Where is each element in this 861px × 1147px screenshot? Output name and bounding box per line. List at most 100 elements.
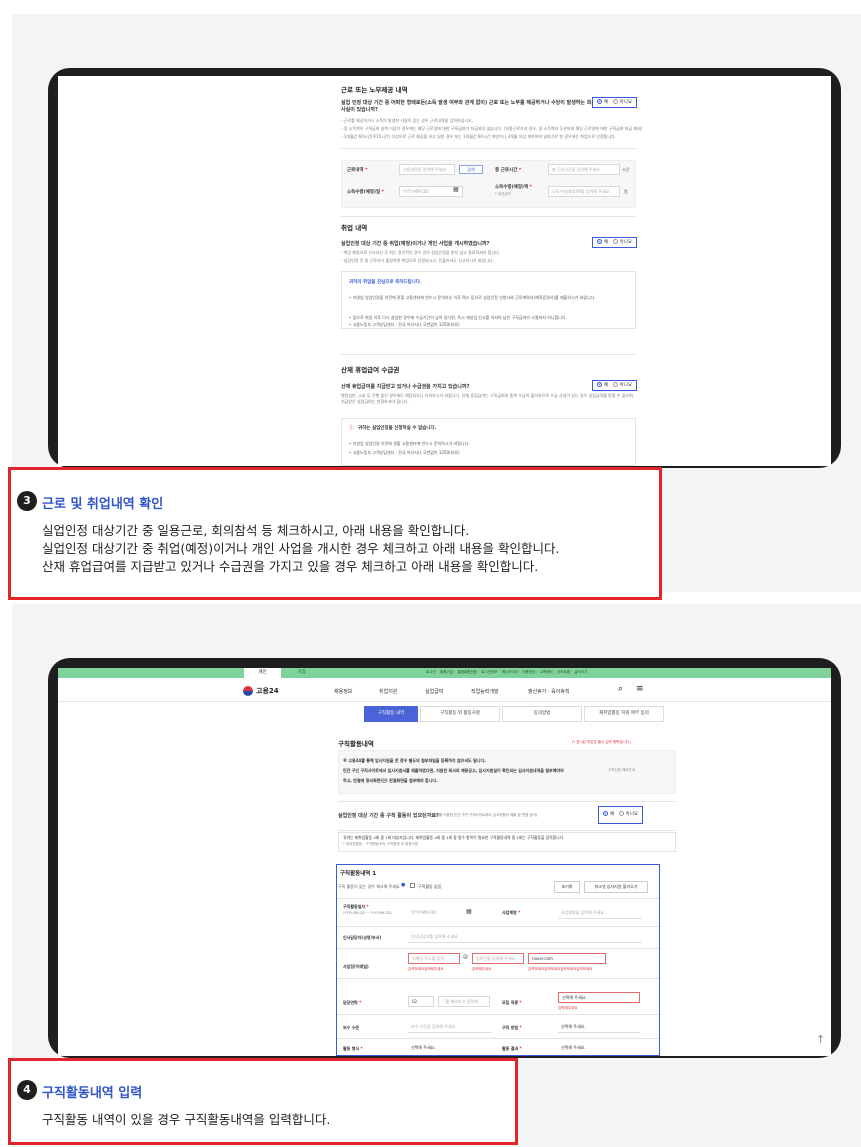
- notice-side-link[interactable]: 구직신청 예비안내: [608, 768, 635, 773]
- screen-1: 근로 또는 노무제공 내역 실업 인정 대상 기간 중 어떠한 형태로든(소득 …: [58, 76, 831, 466]
- work-note-3: - 1개월간 60시간(주15시간) 이상으로 근로 제공을 하고 일한 경우 …: [341, 134, 616, 139]
- reset-button[interactable]: 초기화: [554, 881, 580, 893]
- email-label: 사업장(이메일): [343, 964, 369, 969]
- top-link[interactable]: 에이자이지: [502, 670, 518, 674]
- screen-2: 개인 기업 로그인 · 회원가입 · 통합회원전환 · 로그인정보 · 에이자이…: [58, 668, 831, 1056]
- logo-icon[interactable]: [243, 686, 253, 696]
- load-applications-button[interactable]: 워크넷 입사지원 불러오기: [584, 881, 648, 893]
- email-domain-input[interactable]: 입력란을 입력해 주세요: [472, 953, 524, 964]
- manager-label: 인사담당자(성명/부서): [343, 935, 382, 940]
- callout-4-title: 구직활동내역 입력: [42, 1086, 143, 1101]
- income-amount-input[interactable]: 소득수령(예정)액을 입력해 주세요: [548, 186, 620, 197]
- industrial-radio-group[interactable]: 예 아니요: [592, 380, 637, 391]
- callout-step-4: 4 구직활동내역 입력 구직활동 내역이 있을 경우 구직활동내역을 입력합니다…: [8, 1058, 518, 1145]
- radio-selected-icon[interactable]: [603, 811, 608, 816]
- gnb-item[interactable]: 실업급여: [425, 688, 443, 695]
- employment-note-2: - 실업인정 전 중 근로자가 출장하면 취업으로 인정되시고, 진출하셔도 신…: [341, 258, 494, 263]
- method-label: 구직 방법 *: [502, 1025, 522, 1030]
- radio-selected-icon[interactable]: [597, 99, 602, 104]
- site-logo[interactable]: 고용24: [256, 686, 279, 696]
- employment-info-line-2: • 앞으로 취업 이후 다시 실업한 경우에 수급기간이 남아 있다면, 즉시 …: [349, 315, 567, 320]
- radio-unselected-icon[interactable]: [612, 382, 618, 387]
- work-type-search-button[interactable]: 검색: [459, 165, 483, 174]
- radio-unselected-icon[interactable]: [618, 811, 624, 816]
- callout-step-3: 3 근로 및 취업내역 확인 실업인정 대상기간 중 일용근로, 회의참석 등 …: [8, 467, 662, 600]
- info-dot-icon: ●: [401, 882, 406, 888]
- industrial-warning-line-1: • 자영업 실업인정 이전에 관할 고용센터에 반드시 문의하시기 바랍니다.: [349, 441, 470, 446]
- tab-personal[interactable]: 개인: [244, 668, 281, 678]
- calendar-icon[interactable]: ▦: [453, 186, 459, 193]
- top-link[interactable]: 글자크기: [574, 670, 587, 674]
- activity-form-select[interactable]: 선택해 주세요.: [408, 1043, 492, 1054]
- tab-other-activity[interactable]: 구직활동 외 활동사항: [420, 706, 500, 722]
- work-type-input[interactable]: 고용내역을 입력해 주세요: [399, 164, 455, 175]
- employment-radio-group[interactable]: 예 아니요: [592, 237, 637, 248]
- top-link[interactable]: 이용안내: [522, 670, 535, 674]
- form-title: 구직활동내역 1: [340, 871, 377, 877]
- email-id-input[interactable]: 이메일 주소를 입력: [408, 953, 460, 964]
- tab-business[interactable]: 기업: [283, 668, 320, 678]
- gnb-item[interactable]: 출산휴가 · 육아휴직: [528, 688, 570, 695]
- callout-3-line-1: 실업인정 대상기간 중 일용근로, 회의참석 등 체크하시고, 아래 내용을 확…: [42, 523, 470, 538]
- notice-line-3: 하고, 반절에 증서화면(단) 된절화면을 첨부해야 합니다.: [343, 778, 438, 783]
- notice-line-1: ※ 고용24를 통해 입사지원을 한 경우 별도의 첨부파일을 등록하지 않으셔…: [343, 758, 486, 763]
- callout-3-line-2: 실업인정 대상기간 중 취업(예정)이거나 개인 사업을 개시한 경우 체크하고…: [42, 541, 560, 556]
- calendar-icon[interactable]: ▦: [466, 908, 472, 915]
- job-type-error: 입력해주세요: [558, 1006, 578, 1010]
- tab-job-activity[interactable]: 구직활동 내역: [364, 706, 418, 722]
- activity-result-select[interactable]: 선택해 주세요.: [558, 1043, 640, 1054]
- total-hours-input[interactable]: 총 근로시간을 입력해 주세요: [548, 164, 620, 175]
- employment-info-line-3: • 고용노동부 고객상담센터 : 전국 어디서나 국번없이 1350(유료): [349, 322, 460, 327]
- phone-prefix-select[interactable]: 02: [408, 996, 434, 1007]
- no-activity-checkbox[interactable]: [410, 883, 415, 888]
- scroll-top-icon[interactable]: ↑: [816, 1033, 825, 1046]
- industrial-warning-title: 귀하는 실업인정을 신청하실 수 없습니다.: [358, 426, 437, 431]
- radio-selected-icon[interactable]: [597, 382, 602, 387]
- callout-3-title: 근로 및 취업내역 확인: [42, 497, 164, 512]
- radio-selected-icon[interactable]: [597, 239, 602, 244]
- won-unit: 원: [624, 189, 628, 194]
- industrial-section-title: 산재 휴업급여 수급권: [341, 366, 400, 374]
- phone-label: 담당연락 *: [343, 1000, 362, 1005]
- work-note-2: - 일 소득액이 구직급여 일액 이상인 경우에는 해당 근로일에 대한 구직급…: [341, 126, 643, 131]
- top-link[interactable]: 통합회원전환: [457, 670, 476, 674]
- callout-3-line-3: 산재 휴업급여를 지급받고 있거나 수급권을 가지고 있을 경우 체크하고 아래…: [42, 559, 539, 574]
- gnb-item[interactable]: 직업능력개발: [471, 688, 499, 695]
- job-activity-radio-group[interactable]: 예 아니요: [598, 806, 643, 824]
- notice-line-2: 민간 구인 구직사이트에서 입사지원서를 제출하였다면, 지원한 회사의 채용공…: [343, 768, 564, 773]
- top-link[interactable]: 고객센터: [540, 670, 553, 674]
- date-sublabel: (YYYY-MM-DD) ~ YYYY-MM-DD): [343, 911, 392, 915]
- gnb-item[interactable]: 채용정보: [334, 688, 352, 695]
- industrial-note: 행정심판, 소송 등 진행 중인 경우에도 해당되오니 유의하시기 바랍니다. …: [341, 393, 635, 404]
- menu-icon[interactable]: ≡: [636, 684, 644, 694]
- manager-input[interactable]: 인사담당자를 입력해 주세요: [408, 932, 642, 943]
- radio-unselected-icon[interactable]: [612, 99, 618, 104]
- email-error-3: 입력하세요입력하세요입력하세요입력하세요: [528, 967, 593, 971]
- recovery-info-line-1: 귀하는 재취업활동 4회 중 1회 대상자입니다. 재취업활동 4회 중 1회 …: [343, 835, 565, 840]
- job-type-label: 모집 직종 *: [502, 1000, 522, 1005]
- top-link[interactable]: 사이트맵: [557, 670, 570, 674]
- tab-consent-method[interactable]: 동의방법: [502, 706, 582, 722]
- radio-unselected-icon[interactable]: [612, 239, 618, 244]
- email-error-2: 입력해주세요: [472, 967, 492, 971]
- pay-label: 보수 수준: [343, 1025, 360, 1030]
- work-type-label: 근로내역 *: [347, 168, 368, 173]
- gnb-item[interactable]: 취업지원: [379, 688, 397, 695]
- company-input[interactable]: 사업체명을 입력해 주세요: [558, 908, 642, 919]
- phone-number-input[interactable]: '-'를 제외하고 입력해: [438, 996, 490, 1007]
- employment-section-title: 취업 내역: [341, 224, 368, 232]
- method-select[interactable]: 선택해 주세요.: [558, 1022, 640, 1033]
- job-type-select[interactable]: 선택해 주세요.: [558, 992, 640, 1003]
- search-icon[interactable]: ⌕: [618, 684, 623, 694]
- top-link[interactable]: 회원가입: [440, 670, 453, 674]
- top-link[interactable]: 로그인: [426, 670, 436, 674]
- pay-input[interactable]: 보수 수준을 입력해 주세요: [408, 1022, 492, 1033]
- at-sign: @: [463, 954, 468, 960]
- income-date-label: 소득수령(예정)일 *: [347, 190, 385, 195]
- callout-4-line: 구직활동 내역이 있을 경우 구직활동내역을 입력합니다.: [42, 1112, 331, 1127]
- work-section-title: 근로 또는 노무제공 내역: [341, 86, 408, 94]
- top-link[interactable]: 로그인정보: [481, 670, 497, 674]
- work-radio-group[interactable]: 예 아니요: [592, 97, 637, 108]
- email-domain-select[interactable]: naver.com: [528, 953, 606, 964]
- tab-consent[interactable]: 재취업활동 지원 여부 동의: [584, 706, 664, 722]
